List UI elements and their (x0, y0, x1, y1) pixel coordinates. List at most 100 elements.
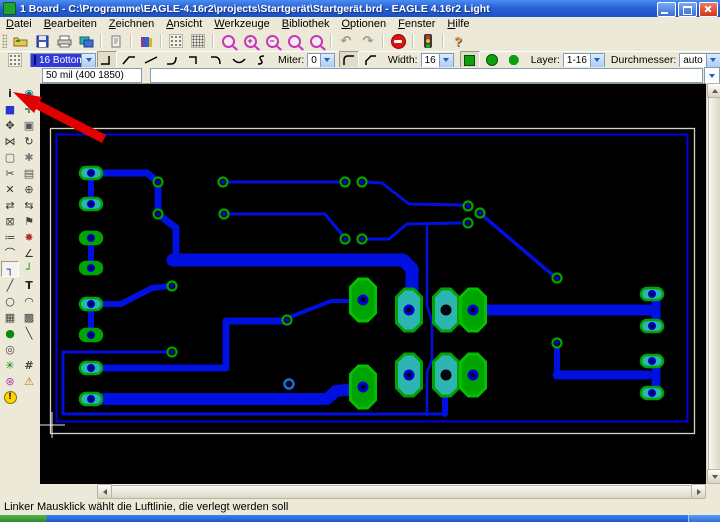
tool-mirror[interactable]: ⋈ (1, 133, 19, 149)
traffic-light-button[interactable] (418, 32, 438, 51)
help-button[interactable]: ? (448, 32, 468, 51)
scroll-down-button[interactable] (707, 469, 720, 484)
menu-werkzeuge[interactable]: Werkzeuge (208, 18, 275, 30)
vertical-scrollbar[interactable] (706, 83, 720, 484)
horizontal-scrollbar[interactable] (97, 484, 706, 499)
group-icon: ▢ (4, 150, 16, 164)
board-canvas[interactable] (39, 83, 706, 485)
tool-lock[interactable]: ⊠ (1, 213, 19, 229)
diameter-select[interactable]: auto (679, 52, 720, 68)
open-button[interactable] (10, 32, 30, 51)
tool-copy[interactable]: ▣ (20, 117, 38, 133)
statusbar-filler (0, 484, 97, 499)
tool-ripup[interactable]: ┘ (20, 261, 38, 277)
scroll-up-button[interactable] (707, 83, 720, 98)
tool-text[interactable]: T (20, 277, 38, 293)
menu-bar: Datei Bearbeiten Zeichnen Ansicht Werkzeuge B… (0, 17, 720, 32)
menu-ansicht[interactable]: Ansicht (160, 18, 208, 30)
save-button[interactable] (32, 32, 52, 51)
tool-smash[interactable]: ✸ (20, 229, 38, 245)
tool-miter[interactable]: ⌒ (1, 245, 19, 261)
vertical-scroll-thumb[interactable] (708, 97, 720, 471)
menu-zeichnen[interactable]: Zeichnen (103, 18, 160, 30)
zoom-select-button[interactable] (284, 32, 304, 51)
horizontal-scroll-thumb[interactable] (111, 485, 693, 499)
tool-via[interactable]: ● (1, 325, 19, 341)
tool-rotate[interactable]: ↻ (20, 133, 38, 149)
tool-add[interactable]: ⊕ (20, 181, 38, 197)
via-layer-select[interactable]: 1-16 (562, 52, 605, 68)
lock-icon: ⊠ (5, 214, 15, 228)
grid-dots-button[interactable] (166, 32, 186, 51)
tool-cut[interactable]: ✂ (1, 165, 19, 181)
tool-name[interactable]: ⚑ (20, 213, 38, 229)
stop-button[interactable] (388, 32, 408, 51)
layer-select[interactable]: 16 Bottom (30, 52, 96, 68)
zoom-fit-button[interactable] (218, 32, 238, 51)
tool-value[interactable]: ≔ (1, 229, 19, 245)
restore-button[interactable] (678, 2, 697, 17)
tool-hole[interactable]: ◎ (1, 341, 19, 357)
tool-mark[interactable]: ✛ (20, 101, 38, 117)
width-select[interactable]: 16 (420, 52, 454, 68)
tool-signal[interactable]: ╲ (20, 325, 38, 341)
info-icon: i (8, 86, 12, 100)
menu-optionen[interactable]: Optionen (335, 18, 392, 30)
tool-ratsnest[interactable]: ✳ (1, 357, 19, 373)
zoom-out-button[interactable]: − (262, 32, 282, 51)
tool-change[interactable]: ✱ (20, 149, 38, 165)
tool-auto[interactable]: # (20, 357, 38, 373)
status-text: Linker Mausklick wählt die Luftlinie, di… (4, 501, 289, 513)
tool-circle[interactable]: ○ (1, 293, 19, 309)
tool-info[interactable]: i (1, 85, 19, 101)
zoom-in-button[interactable]: + (240, 32, 260, 51)
tool-arc[interactable]: ◠ (20, 293, 38, 309)
menu-bearbeiten[interactable]: Bearbeiten (38, 18, 103, 30)
system-tray (688, 515, 720, 522)
diameter-arrow-icon (705, 53, 720, 67)
tool-warning[interactable]: ! (1, 389, 19, 405)
parameter-toolbar: 16 Bottom Miter: 0 Width: 16 Layer: 1-16 (0, 50, 720, 70)
library-button[interactable] (136, 32, 156, 51)
miter-label: Miter: (278, 54, 305, 66)
redo-icon: ↷ (362, 33, 374, 49)
scroll-left-button[interactable] (97, 484, 112, 499)
tool-errors[interactable]: ⚠ (20, 373, 38, 389)
undo-button[interactable]: ↶ (336, 32, 356, 51)
tool-rect[interactable]: ▦ (1, 309, 19, 325)
miter-select[interactable]: 0 (307, 52, 335, 68)
tool-route[interactable]: ┐ (1, 261, 19, 277)
tool-polygon[interactable]: ▩ (20, 309, 38, 325)
zoom-out-icon: − (265, 34, 279, 48)
menu-datei[interactable]: Datei (0, 18, 38, 30)
tool-wire[interactable]: ╱ (1, 277, 19, 293)
zoom-redraw-icon (309, 34, 323, 48)
tool-show[interactable]: ◉ (20, 85, 38, 101)
print-button[interactable] (54, 32, 74, 51)
grid-mesh-button[interactable] (188, 32, 208, 51)
command-input[interactable] (149, 67, 704, 83)
tool-split[interactable]: ∠ (20, 245, 38, 261)
tool-drc[interactable]: ⊛ (1, 373, 19, 389)
close-button[interactable] (699, 2, 718, 17)
menu-hilfe[interactable]: Hilfe (441, 18, 475, 30)
tool-paste[interactable]: ▤ (20, 165, 38, 181)
tool-pinswap[interactable]: ⇄ (1, 197, 19, 213)
tool-move[interactable]: ✥ (1, 117, 19, 133)
tool-group[interactable]: ▢ (1, 149, 19, 165)
start-button[interactable] (0, 515, 47, 522)
tool-delete[interactable]: ✕ (1, 181, 19, 197)
tool-display[interactable]: ■ (1, 101, 19, 117)
scroll-right-button[interactable] (691, 484, 706, 499)
command-history-dropdown[interactable] (704, 66, 720, 84)
tool-replace[interactable]: ⇆ (20, 197, 38, 213)
script-button[interactable] (106, 32, 126, 51)
menu-fenster[interactable]: Fenster (392, 18, 441, 30)
menu-bibliothek[interactable]: Bibliothek (276, 18, 336, 30)
minimize-button[interactable] (657, 2, 676, 17)
redo-button[interactable]: ↷ (358, 32, 378, 51)
board-schematic-button[interactable] (76, 32, 96, 51)
stop-icon (390, 33, 406, 49)
grid-icon (8, 53, 22, 67)
zoom-redraw-button[interactable] (306, 32, 326, 51)
